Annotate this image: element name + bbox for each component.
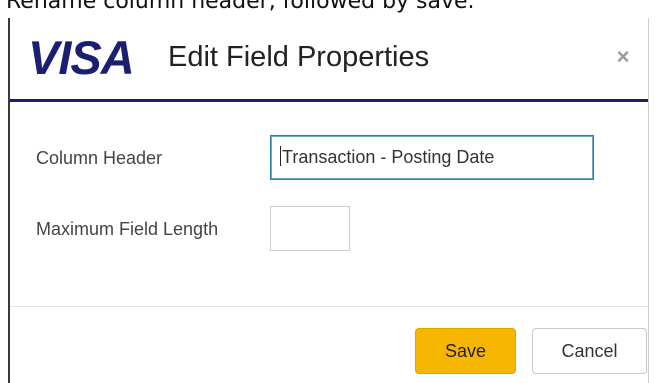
column-header-input[interactable]: Transaction - Posting Date xyxy=(270,135,594,180)
cancel-button[interactable]: Cancel xyxy=(532,328,647,374)
footer-divider xyxy=(10,306,648,307)
text-caret xyxy=(280,146,281,167)
visa-logo: VISA xyxy=(28,31,135,84)
edit-field-properties-dialog: VISA Edit Field Properties × Column Head… xyxy=(8,18,649,383)
maximum-field-length-label: Maximum Field Length xyxy=(36,219,219,239)
instruction-caption: Rename column header, followed by save. xyxy=(6,0,475,14)
column-header-value: Transaction - Posting Date xyxy=(282,147,495,167)
save-button[interactable]: Save xyxy=(415,328,516,374)
column-header-label: Column Header xyxy=(36,148,163,168)
maximum-field-length-input[interactable] xyxy=(270,206,350,251)
close-icon[interactable]: × xyxy=(612,46,634,68)
dialog-title: Edit Field Properties xyxy=(168,41,430,73)
dialog-header: VISA Edit Field Properties × xyxy=(10,18,648,102)
